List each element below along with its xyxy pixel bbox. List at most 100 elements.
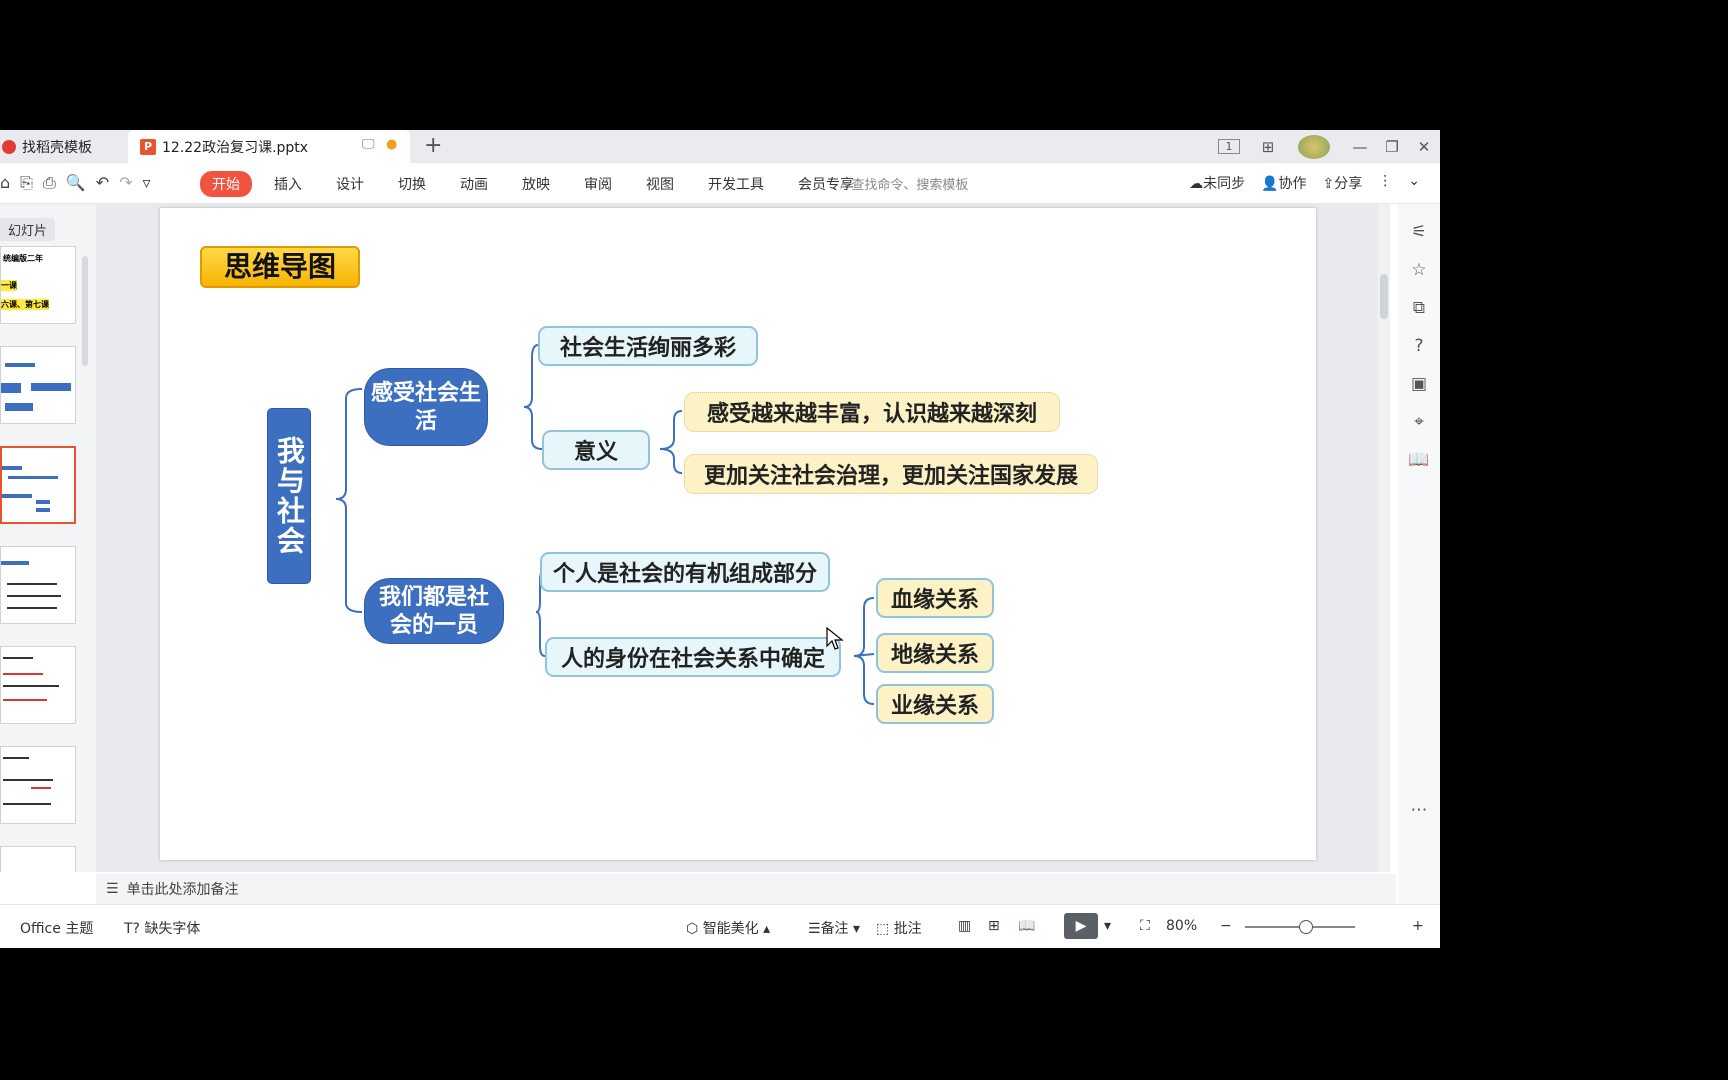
root-node[interactable]: 我与社会 [267, 408, 311, 584]
sub-node[interactable]: 社会生活绚丽多彩 [538, 326, 758, 366]
sorter-view-icon[interactable]: ⊞ [988, 918, 1000, 934]
minimize-button[interactable]: — [1344, 138, 1376, 156]
tab-document[interactable]: P 12.22政治复习课.pptx 🖵 ● [128, 130, 410, 163]
zoom-level[interactable]: 80% [1166, 918, 1197, 934]
close-button[interactable]: ✕ [1408, 138, 1440, 156]
play-button[interactable]: ▶ [1064, 913, 1098, 939]
slide-thumbnail[interactable] [0, 346, 76, 424]
new-tab-button[interactable]: + [424, 133, 442, 158]
menu-tabs: 开始 插入 设计 切换 动画 放映 审阅 视图 开发工具 会员专享 [200, 171, 888, 197]
reading-view-icon[interactable]: 📖 [1018, 918, 1035, 934]
apps-grid-icon[interactable]: ⊞ [1252, 138, 1284, 156]
collapse-ribbon-icon[interactable]: ⌄ [1408, 173, 1420, 193]
location-icon[interactable]: ⌖ [1398, 412, 1440, 432]
view-toggle-icon[interactable]: 1 [1218, 139, 1240, 154]
scroll-thumb[interactable] [1380, 274, 1388, 319]
tab-bar: 找稻壳模板 P 12.22政治复习课.pptx 🖵 ● + 1 ⊞ — ❐ ✕ [0, 130, 1440, 163]
thumb-shape [7, 583, 57, 585]
slide-thumbnail[interactable] [0, 546, 76, 624]
sliders-icon[interactable]: ⚟ [1398, 222, 1440, 242]
quick-access-toolbar: ⌂ ⎘ ⎙ 🔍 ↶ ↷ ▿ [0, 173, 151, 193]
slide-thumbnail[interactable] [0, 646, 76, 724]
missing-font-button[interactable]: T? 缺失字体 [124, 918, 200, 938]
redo-icon[interactable]: ↷ [119, 173, 132, 193]
monitor-icon[interactable]: 🖵 [362, 137, 375, 152]
thumb-shape [1, 383, 21, 393]
comment-icon: ⬚ [876, 921, 890, 937]
zoom-slider-knob[interactable] [1299, 920, 1313, 934]
menu-transition[interactable]: 切换 [398, 174, 426, 194]
collab-button[interactable]: 👤协作 [1261, 173, 1306, 193]
menu-home[interactable]: 开始 [200, 171, 252, 197]
sub-node[interactable]: 个人是社会的有机组成部分 [540, 552, 830, 592]
notes-toggle-button[interactable]: ☰备注 ▾ [808, 918, 860, 938]
copy-icon[interactable]: ⧉ [1398, 298, 1440, 318]
leaf-node[interactable]: 更加关注社会治理，更加关注国家发展 [684, 454, 1098, 494]
menu-insert[interactable]: 插入 [274, 174, 302, 194]
thumb-shape [3, 779, 53, 781]
slide[interactable]: 思维导图 我与社会 感受社会生活 我们都是社会的一员 社会生活绚丽多彩 意义 感… [160, 208, 1316, 860]
comment-button[interactable]: ⬚ 批注 [876, 918, 922, 938]
normal-view-icon[interactable]: ▥ [958, 918, 971, 934]
sub-node[interactable]: 人的身份在社会关系中确定 [545, 637, 841, 677]
avatar[interactable] [1298, 134, 1330, 159]
zoom-in-button[interactable]: + [1412, 918, 1424, 934]
customize-icon[interactable]: ▿ [143, 173, 151, 193]
play-dropdown-icon[interactable]: ▾ [1104, 918, 1111, 934]
right-sidebar: ⚟ ☆ ⧉ ? ▣ ⌖ 📖 ⋯ [1398, 204, 1440, 948]
help-icon[interactable]: ? [1398, 336, 1440, 356]
menu-animation[interactable]: 动画 [460, 174, 488, 194]
command-search[interactable]: ⌕ 查找命令、搜索模板 [840, 174, 968, 193]
mindmap-connectors [335, 344, 875, 705]
notes-icon: ☰ [106, 881, 119, 897]
more-icon[interactable]: ⋯ [1398, 800, 1440, 820]
star-icon[interactable]: ☆ [1398, 260, 1440, 280]
menu-slideshow[interactable]: 放映 [522, 174, 550, 194]
slide-panel-scrollbar[interactable] [82, 256, 88, 366]
slide-thumbnail-selected[interactable] [0, 446, 76, 524]
thumb-shape [3, 699, 47, 701]
connector-line [523, 344, 539, 408]
more-vertical-icon[interactable]: ⋮ [1378, 173, 1392, 193]
tab-template[interactable]: 找稻壳模板 [0, 130, 130, 163]
restore-button[interactable]: ❐ [1376, 138, 1408, 156]
branch-node[interactable]: 感受社会生活 [364, 368, 488, 446]
thumb-shape [3, 657, 33, 659]
leaf-node[interactable]: 地缘关系 [876, 633, 994, 673]
print-icon[interactable]: ⎙ [43, 173, 56, 193]
leaf-node[interactable]: 业缘关系 [876, 684, 994, 724]
leaf-node[interactable]: 感受越来越丰富，认识越来越深刻 [684, 392, 1060, 432]
canvas-scrollbar[interactable] [1378, 204, 1390, 872]
preview-icon[interactable]: 🔍 [66, 173, 86, 193]
zoom-slider[interactable] [1245, 920, 1355, 934]
branch-node[interactable]: 我们都是社会的一员 [364, 578, 504, 644]
menu-design[interactable]: 设计 [336, 174, 364, 194]
sync-button[interactable]: ☁未同步 [1189, 173, 1245, 193]
slide-thumbnail[interactable]: 统编版二年 一课 六课、第七课 [0, 246, 76, 324]
notes-bar[interactable]: ☰ 单击此处添加备注 [96, 874, 1396, 904]
new-file-icon[interactable]: ⎘ [20, 173, 33, 193]
home-icon[interactable]: ⌂ [0, 173, 10, 193]
image-icon[interactable]: ▣ [1398, 374, 1440, 394]
status-bar: Office 主题 T? 缺失字体 ⬡ 智能美化 ▴ ☰备注 ▾ ⬚ 批注 ▥ … [0, 904, 1440, 948]
undo-icon[interactable]: ↶ [96, 173, 109, 193]
menu-view[interactable]: 视图 [646, 174, 674, 194]
menu-developer[interactable]: 开发工具 [708, 174, 764, 194]
share-button[interactable]: ⇪分享 [1323, 173, 1363, 193]
menu-review[interactable]: 审阅 [584, 174, 612, 194]
tab-document-label: 12.22政治复习课.pptx [162, 139, 309, 156]
sub-node[interactable]: 意义 [542, 430, 650, 470]
slide-thumbnail[interactable] [0, 746, 76, 824]
thumb-shape [7, 595, 61, 597]
connector-line [659, 448, 683, 474]
thumb-title: 统编版二年 [3, 254, 43, 263]
zoom-out-button[interactable]: − [1220, 918, 1232, 934]
thumb-line: 六课、第七课 [1, 299, 49, 310]
fit-icon[interactable]: ⛶ [1140, 918, 1150, 934]
leaf-node[interactable]: 血缘关系 [876, 578, 994, 618]
book-icon[interactable]: 📖 [1398, 450, 1440, 470]
beautify-button[interactable]: ⬡ 智能美化 ▴ [686, 918, 770, 938]
slide-thumbnail[interactable] [0, 846, 76, 872]
thumb-shape [5, 403, 33, 411]
connector-line [335, 498, 363, 613]
